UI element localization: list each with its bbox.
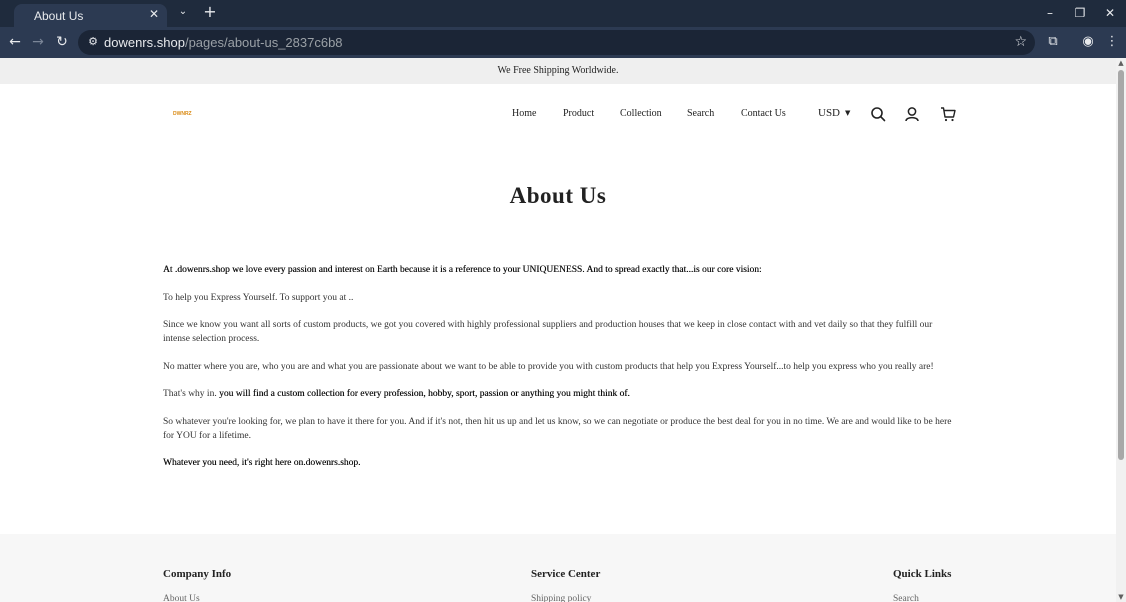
scroll-down-arrow-icon[interactable]: ▼ [1117,593,1125,601]
reload-icon[interactable]: ↻ [54,34,70,50]
forward-arrow-icon[interactable]: → [30,34,46,50]
cart-icon[interactable] [940,106,956,122]
about-paragraph: So whatever you're looking for, we plan … [163,416,952,441]
url-path: /pages/about-us_2837c6b8 [184,35,343,50]
about-paragraph-emphasis: you will find a custom collection for ev… [219,389,630,399]
user-account-icon[interactable] [904,106,920,122]
currency-selector[interactable]: USD ▼ [818,107,850,119]
nav-product[interactable]: Product [563,108,594,119]
address-bar[interactable]: ⚙ dowenrs.shop/pages/about-us_2837c6b8 ☆ [78,30,1035,55]
site-footer: Company Info About Us Service Center Shi… [0,534,1116,602]
currency-label: USD [818,107,841,119]
browser-tab[interactable]: About Us ✕ [14,4,167,27]
nav-search[interactable]: Search [687,108,714,119]
about-paragraph: To help you Express Yourself. To support… [163,292,354,303]
nav-home[interactable]: Home [512,108,536,119]
announcement-bar: We Free Shipping Worldwide. [0,58,1116,84]
about-paragraph: At .dowenrs.shop we love every passion a… [163,265,762,275]
footer-link-about-us[interactable]: About Us [163,594,200,602]
tab-close-icon[interactable]: ✕ [147,7,161,21]
scroll-up-arrow-icon[interactable]: ▲ [1117,59,1125,67]
minimize-icon[interactable]: – [1042,5,1058,21]
page-viewport: We Free Shipping Worldwide. DWNRZ Home P… [0,58,1116,602]
footer-heading-quick-links: Quick Links [893,568,952,580]
about-paragraph: Whatever you need, it's right here on.do… [163,458,361,468]
footer-heading-company-info: Company Info [163,568,232,580]
browser-tab-bar: About Us ✕ ⌄ + – ❐ ✕ [0,0,1126,27]
back-arrow-icon[interactable]: ← [7,34,23,50]
url-host: dowenrs.shop [104,35,185,50]
caret-down-icon: ▼ [845,109,851,118]
footer-link-search[interactable]: Search [893,594,919,602]
star-icon[interactable]: ☆ [1014,34,1027,50]
kebab-menu-icon[interactable]: ⋮ [1104,34,1120,50]
new-tab-icon[interactable]: + [203,4,217,20]
window-close-icon[interactable]: ✕ [1102,5,1118,21]
tab-search-chevron-icon[interactable]: ⌄ [176,6,190,20]
search-icon[interactable] [870,106,886,122]
tab-title: About Us [34,9,84,23]
footer-heading-service-center: Service Center [531,568,601,580]
about-content: At .dowenrs.shop we love every passion a… [163,263,953,484]
site-info-icon[interactable]: ⚙ [86,35,100,49]
store-logo[interactable]: DWNRZ [173,111,192,117]
nav-collection[interactable]: Collection [620,108,662,119]
about-paragraph: That's why in. you will find a custom co… [163,387,953,401]
about-paragraph: Since we know you want all sorts of cust… [163,320,933,344]
puzzle-icon[interactable]: ⧉ [1045,34,1061,50]
url-text[interactable]: dowenrs.shop/pages/about-us_2837c6b8 [104,35,343,50]
about-paragraph-lead: That's why in. [163,389,220,399]
footer-link-shipping-policy[interactable]: Shipping policy [531,594,591,602]
restore-icon[interactable]: ❐ [1072,5,1088,21]
nav-contact-us[interactable]: Contact Us [741,108,786,119]
page-title: About Us [509,183,607,208]
browser-toolbar: ← → ↻ ⚙ dowenrs.shop/pages/about-us_2837… [0,27,1126,58]
scroll-thumb[interactable] [1118,70,1124,460]
account-icon[interactable]: ◉ [1080,34,1096,50]
page-scrollbar[interactable]: ▲ ▼ [1116,58,1126,602]
about-paragraph: No matter where you are, who you are and… [163,361,934,372]
